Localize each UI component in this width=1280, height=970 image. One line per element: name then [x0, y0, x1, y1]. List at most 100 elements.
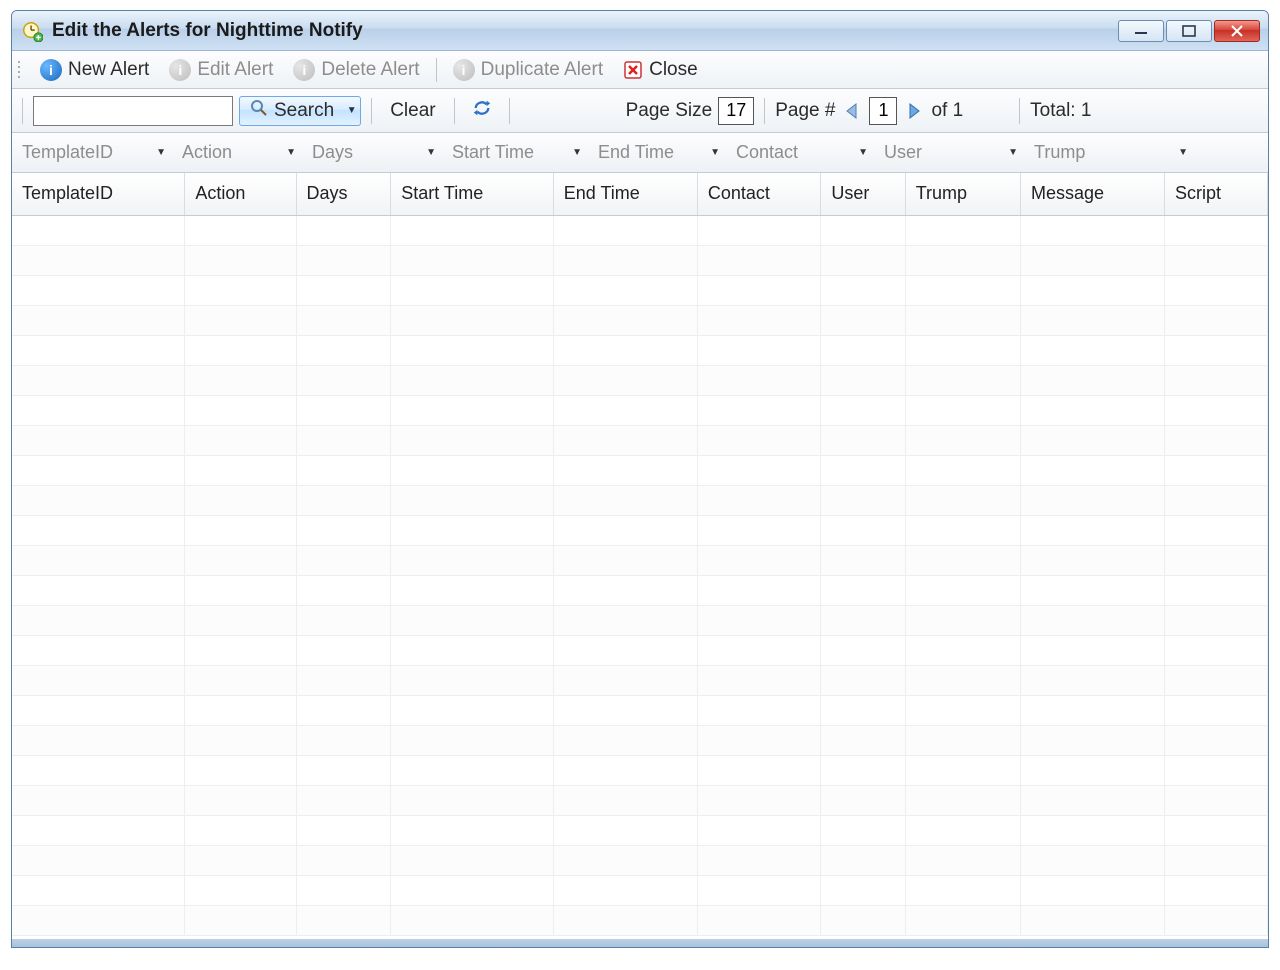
table-row — [12, 815, 1268, 845]
table-row — [12, 305, 1268, 335]
info-plus-icon: i — [40, 59, 62, 81]
column-end-time[interactable]: End Time — [553, 173, 697, 215]
filter-bar: TemplateID▼Action▼Days▼Start Time▼End Ti… — [12, 133, 1268, 173]
info-duplicate-icon: i — [453, 59, 475, 81]
info-edit-icon: i — [169, 59, 191, 81]
table-row — [12, 245, 1268, 275]
table-row — [12, 785, 1268, 815]
window-title: Edit the Alerts for Nighttime Notify — [52, 20, 1118, 42]
refresh-button[interactable] — [465, 95, 499, 127]
app-clock-icon — [20, 19, 44, 43]
page-number-input[interactable] — [869, 97, 897, 125]
triangle-right-icon — [907, 102, 921, 120]
table-row — [12, 575, 1268, 605]
grid: TemplateIDActionDaysStart TimeEnd TimeCo… — [12, 173, 1268, 939]
total-label: Total: 1 — [1030, 100, 1091, 122]
duplicate-alert-button[interactable]: i Duplicate Alert — [445, 57, 612, 83]
filter-label: Action — [182, 142, 232, 163]
chevron-down-icon: ▼ — [1008, 147, 1018, 158]
column-templateid[interactable]: TemplateID — [12, 173, 185, 215]
filter-user[interactable]: User ▼ — [874, 133, 1024, 172]
edit-alert-label: Edit Alert — [197, 59, 273, 81]
minimize-button[interactable] — [1118, 20, 1164, 42]
of-pages-label: of 1 — [931, 100, 963, 122]
column-days[interactable]: Days — [296, 173, 391, 215]
column-contact[interactable]: Contact — [697, 173, 820, 215]
search-dropdown[interactable]: ▼ — [343, 96, 361, 126]
table-row — [12, 215, 1268, 245]
filter-label: Days — [312, 142, 353, 163]
titlebar[interactable]: Edit the Alerts for Nighttime Notify — [12, 11, 1268, 51]
table-row — [12, 275, 1268, 305]
table-row — [12, 725, 1268, 755]
table-row — [12, 905, 1268, 935]
chevron-down-icon: ▼ — [1178, 147, 1188, 158]
column-message[interactable]: Message — [1020, 173, 1164, 215]
chevron-down-icon: ▼ — [286, 147, 296, 158]
filter-templateid[interactable]: TemplateID ▼ — [12, 133, 172, 172]
clear-button[interactable]: Clear — [382, 98, 443, 124]
filter-end-time[interactable]: End Time ▼ — [588, 133, 726, 172]
filter-action[interactable]: Action ▼ — [172, 133, 302, 172]
toolbar: i New Alert i Edit Alert i Delete Alert … — [12, 51, 1268, 89]
column-user[interactable]: User — [821, 173, 905, 215]
delete-alert-label: Delete Alert — [321, 59, 419, 81]
column-start-time[interactable]: Start Time — [391, 173, 554, 215]
table-row — [12, 365, 1268, 395]
table-row — [12, 335, 1268, 365]
edit-alert-button[interactable]: i Edit Alert — [161, 57, 281, 83]
filter-label: End Time — [598, 142, 674, 163]
filter-label: Start Time — [452, 142, 534, 163]
filter-days[interactable]: Days ▼ — [302, 133, 442, 172]
chevron-down-icon: ▼ — [426, 147, 436, 158]
column-script[interactable]: Script — [1165, 173, 1268, 215]
table-row — [12, 425, 1268, 455]
table-row — [12, 545, 1268, 575]
window-bottom-border — [12, 939, 1268, 947]
search-input[interactable] — [33, 96, 233, 126]
chevron-down-icon: ▼ — [710, 147, 720, 158]
table-row — [12, 605, 1268, 635]
table-row — [12, 695, 1268, 725]
search-button[interactable]: Search — [239, 96, 345, 126]
table-row — [12, 395, 1268, 425]
table-row — [12, 515, 1268, 545]
new-alert-button[interactable]: i New Alert — [32, 57, 157, 83]
filter-label: Contact — [736, 142, 798, 163]
filter-label: TemplateID — [22, 142, 113, 163]
close-alert-button[interactable]: Close — [615, 57, 706, 83]
filter-label: User — [884, 142, 922, 163]
page-size-label: Page Size — [626, 100, 713, 122]
chevron-down-icon: ▼ — [156, 147, 166, 158]
table-row — [12, 635, 1268, 665]
duplicate-alert-label: Duplicate Alert — [481, 59, 604, 81]
header-row: TemplateIDActionDaysStart TimeEnd TimeCo… — [12, 173, 1268, 215]
toolbar-separator — [436, 58, 437, 82]
filter-label: Trump — [1034, 142, 1085, 163]
filter-trump[interactable]: Trump ▼ — [1024, 133, 1194, 172]
navbar: Search ▼ Clear Page Size Page # — [12, 89, 1268, 133]
page-num-label: Page # — [775, 100, 835, 122]
triangle-left-icon — [845, 102, 859, 120]
table-row — [12, 755, 1268, 785]
table-row — [12, 665, 1268, 695]
chevron-down-icon: ▼ — [572, 147, 582, 158]
filter-start-time[interactable]: Start Time ▼ — [442, 133, 588, 172]
table-row — [12, 455, 1268, 485]
filter-contact[interactable]: Contact▼ — [726, 133, 874, 172]
new-alert-label: New Alert — [68, 59, 149, 81]
refresh-icon — [471, 97, 493, 125]
column-action[interactable]: Action — [185, 173, 296, 215]
prev-page-button[interactable] — [841, 98, 863, 124]
page-size-input[interactable] — [718, 97, 754, 125]
delete-alert-button[interactable]: i Delete Alert — [285, 57, 427, 83]
column-trump[interactable]: Trump — [905, 173, 1020, 215]
next-page-button[interactable] — [903, 98, 925, 124]
search-icon — [250, 99, 268, 123]
table-row — [12, 875, 1268, 905]
close-x-icon — [623, 60, 643, 80]
close-button[interactable] — [1214, 20, 1260, 42]
info-delete-icon: i — [293, 59, 315, 81]
maximize-button[interactable] — [1166, 20, 1212, 42]
window: Edit the Alerts for Nighttime Notify i N… — [11, 10, 1269, 948]
